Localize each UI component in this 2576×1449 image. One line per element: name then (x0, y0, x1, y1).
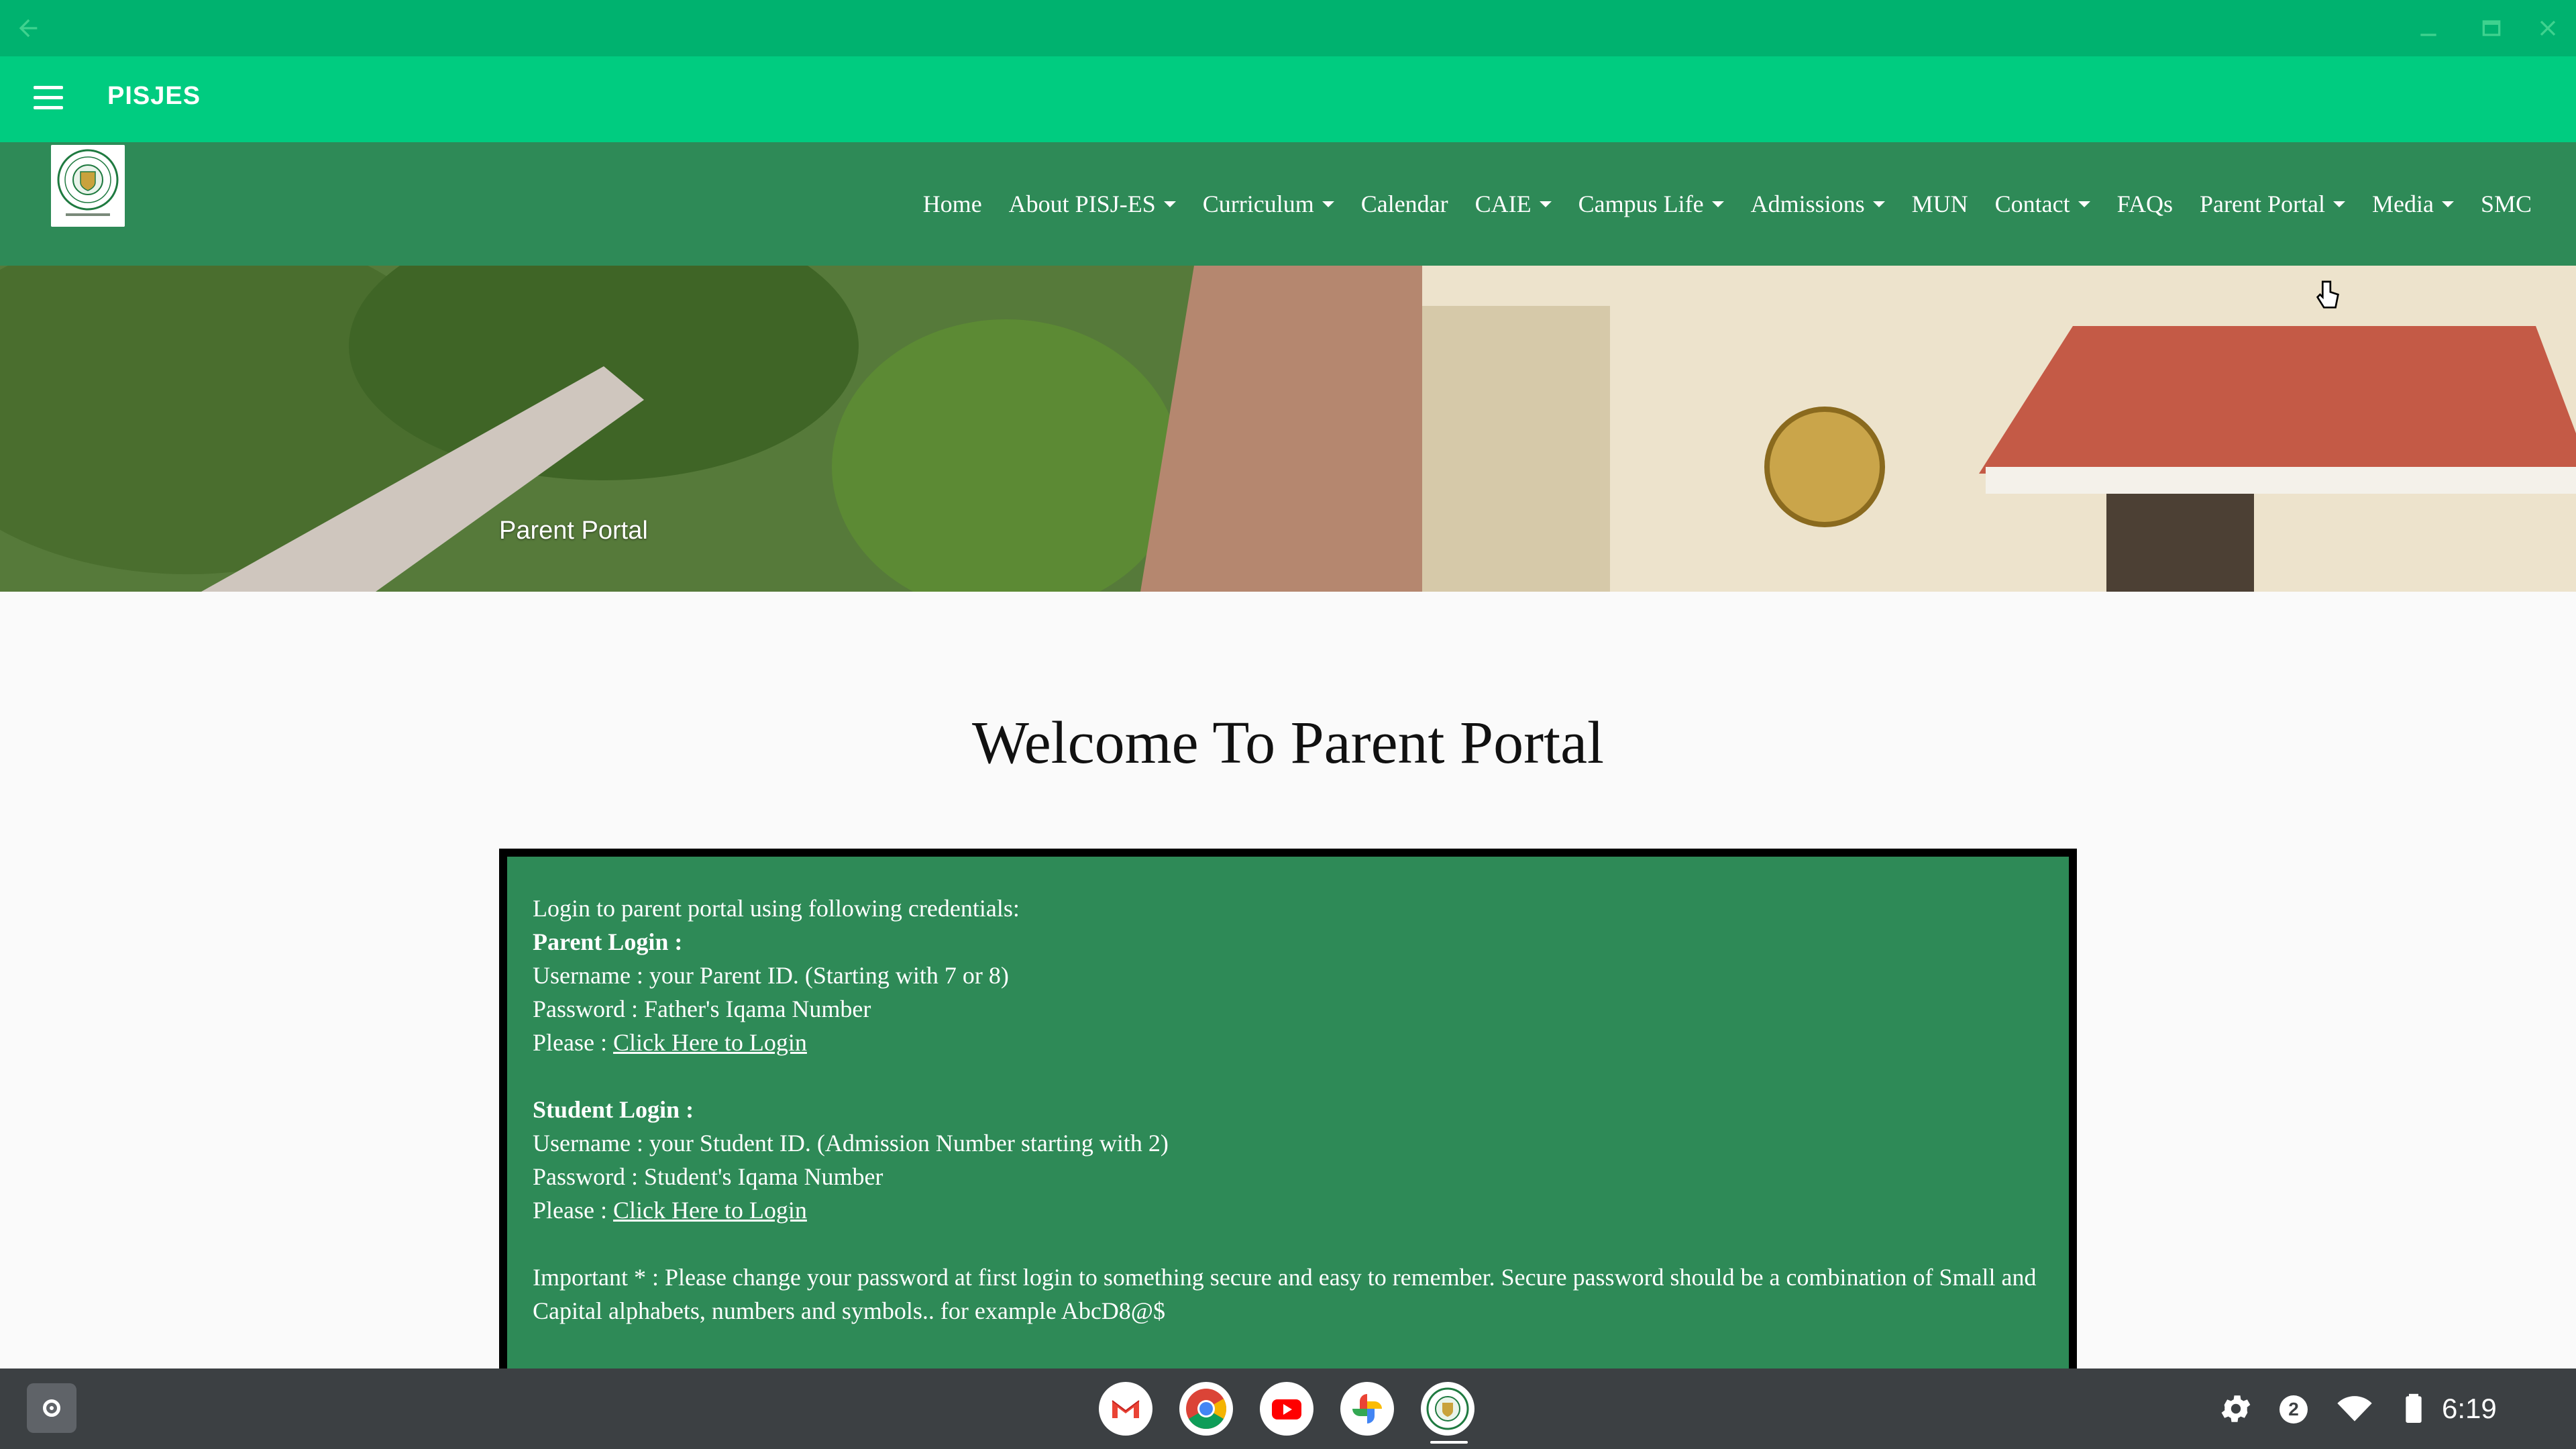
student-username-text: Username : your Student ID. (Admission N… (533, 1130, 1169, 1157)
launcher-button[interactable] (27, 1383, 76, 1433)
student-login-heading: Student Login : (533, 1096, 694, 1123)
nav-item-label: Curriculum (1202, 191, 1314, 217)
caret-down-icon (2332, 201, 2345, 207)
parent-please-label: Please : (533, 1029, 613, 1056)
nav-item-home[interactable]: Home (910, 177, 996, 231)
credentials-panel: Login to parent portal using following c… (499, 849, 2077, 1372)
nav-item-label: Contact (1994, 191, 2070, 217)
nav-item-label: CAIE (1474, 191, 1532, 217)
campus-photo (0, 266, 2576, 592)
app-title: PISJES (107, 82, 201, 110)
nav-item-label: Media (2371, 191, 2434, 217)
nav-item-media[interactable]: Media (2359, 177, 2467, 231)
active-app-indicator (1430, 1441, 1468, 1444)
main-menu: Home About PISJ-ES Curriculum Calendar CAIE C… (910, 142, 2545, 266)
pisjes-app-icon[interactable] (1421, 1382, 1474, 1436)
nav-item-mun[interactable]: MUN (1898, 177, 1982, 231)
nav-item-caie[interactable]: CAIE (1462, 177, 1565, 231)
nav-item-label: About PISJ-ES (1008, 191, 1156, 217)
intro-text: Login to parent portal using following c… (533, 895, 1020, 922)
nav-item-label: Campus Life (1578, 191, 1704, 217)
hero-banner: Parent Portal (0, 266, 2576, 592)
system-shelf: 2 6:19 (0, 1368, 2576, 1449)
parent-login-row: Please : Click Here to Login (533, 1026, 2043, 1059)
caret-down-icon (1872, 201, 1885, 207)
nav-item-smc[interactable]: SMC (2467, 177, 2545, 231)
notification-count-badge[interactable]: 2 (2279, 1395, 2308, 1424)
nav-item-admissions[interactable]: Admissions (1737, 177, 1898, 231)
mouse-cursor-icon (2316, 280, 2339, 309)
caret-down-icon (2441, 201, 2454, 207)
close-icon[interactable] (2534, 15, 2561, 42)
nav-item-about-pisj-es[interactable]: About PISJ-ES (996, 177, 1189, 231)
caret-down-icon (1539, 201, 1552, 207)
clock-time[interactable]: 6:19 (2442, 1393, 2497, 1425)
parent-login-heading: Parent Login : (533, 928, 683, 955)
arrow-left-icon[interactable] (15, 15, 42, 42)
nav-item-label: Home (922, 191, 982, 217)
app-bar: PISJES (0, 56, 2576, 142)
parent-login-link[interactable]: Click Here to Login (613, 1029, 807, 1056)
student-login-link[interactable]: Click Here to Login (613, 1197, 807, 1224)
school-seal-logo[interactable] (51, 145, 125, 227)
window-titlebar (0, 0, 2576, 56)
battery-icon[interactable] (2395, 1389, 2432, 1429)
caret-down-icon (1322, 201, 1334, 207)
important-note: Important * : Please change your passwor… (533, 1264, 2037, 1324)
nav-item-faqs[interactable]: FAQs (2104, 177, 2186, 231)
chrome-icon[interactable] (1179, 1382, 1233, 1436)
parent-password-text: Password : Father's Iqama Number (533, 996, 871, 1022)
nav-item-parent-portal[interactable]: Parent Portal (2186, 177, 2359, 231)
nav-item-contact[interactable]: Contact (1982, 177, 2104, 231)
caret-down-icon (2078, 201, 2090, 207)
hamburger-icon[interactable] (34, 86, 63, 113)
nav-item-label: Admissions (1750, 191, 1865, 217)
gmail-icon[interactable] (1099, 1382, 1152, 1436)
banner-title: Parent Portal (499, 517, 648, 545)
nav-item-curriculum[interactable]: Curriculum (1189, 177, 1348, 231)
minimize-icon[interactable] (2415, 15, 2442, 42)
settings-gear-icon[interactable] (2218, 1389, 2254, 1429)
student-password-text: Password : Student's Iqama Number (533, 1163, 883, 1190)
nav-item-calendar[interactable]: Calendar (1348, 177, 1462, 231)
nav-item-label: Parent Portal (2200, 191, 2325, 217)
nav-item-label: MUN (1911, 191, 1968, 217)
caret-down-icon (1163, 201, 1176, 207)
nav-item-label: FAQs (2116, 191, 2174, 217)
caret-down-icon (1711, 201, 1724, 207)
site-navbar: Home About PISJ-ES Curriculum Calendar CAIE C… (0, 142, 2576, 266)
photos-icon[interactable] (1340, 1382, 1394, 1436)
youtube-icon[interactable] (1260, 1382, 1313, 1436)
restore-icon[interactable] (2478, 15, 2505, 42)
parent-username-text: Username : your Parent ID. (Starting wit… (533, 962, 1009, 989)
student-please-label: Please : (533, 1197, 613, 1224)
wifi-icon[interactable] (2336, 1389, 2373, 1429)
page-heading: Welcome To Parent Portal (971, 710, 1605, 776)
nav-item-campus-life[interactable]: Campus Life (1565, 177, 1737, 231)
student-login-row: Please : Click Here to Login (533, 1193, 2043, 1227)
nav-item-label: SMC (2480, 191, 2532, 217)
nav-item-label: Calendar (1360, 191, 1448, 217)
